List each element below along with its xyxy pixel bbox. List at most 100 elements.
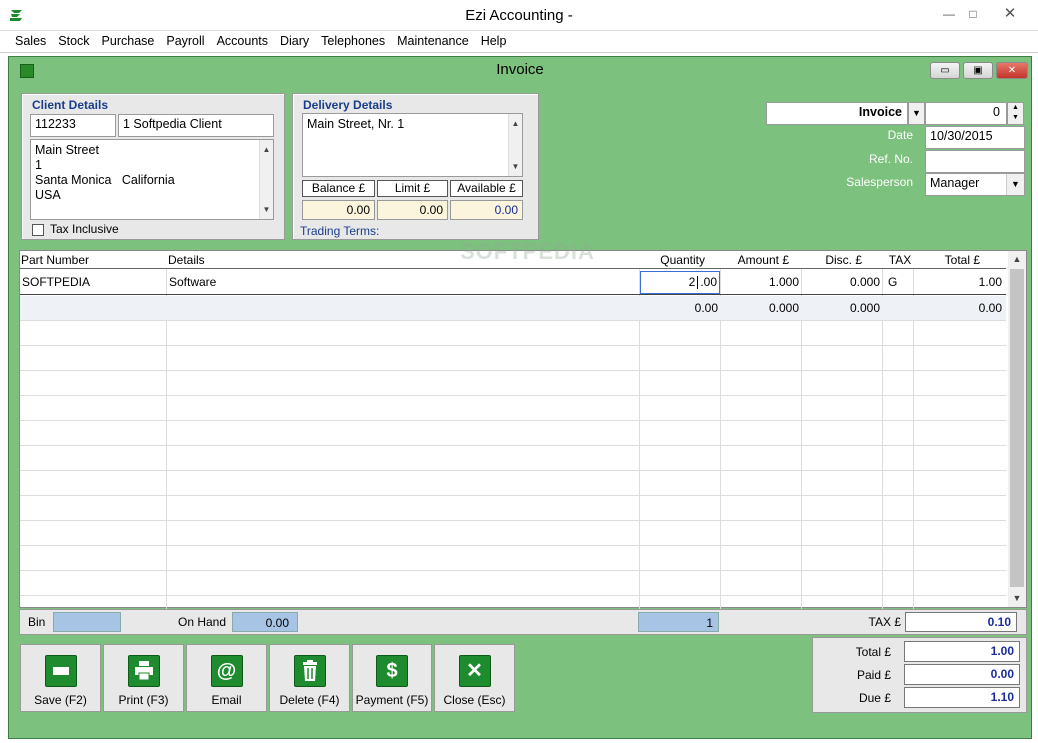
date-label: Date: [887, 128, 913, 142]
menu-maintenance[interactable]: Maintenance: [391, 31, 475, 52]
cell-amount[interactable]: 0.000: [723, 296, 799, 320]
header-total[interactable]: Total £: [914, 251, 980, 269]
available-header: Available £: [450, 180, 523, 197]
child-restore-button[interactable]: ▣: [963, 62, 993, 79]
on-hand-label: On Hand: [178, 615, 227, 629]
quantity-edit-input[interactable]: 2.00: [640, 271, 720, 294]
ref-no-field[interactable]: [925, 150, 1025, 173]
print-button[interactable]: Print (F3): [103, 644, 184, 712]
limit-value: 0.00: [377, 200, 448, 220]
menu-diary[interactable]: Diary: [274, 31, 315, 52]
cell-discount[interactable]: 0.000: [804, 270, 880, 294]
cell-quantity[interactable]: 0.00: [640, 296, 718, 320]
invoice-number-spinner[interactable]: ▲ ▼: [1007, 102, 1024, 125]
grid-row-line: [20, 495, 1006, 496]
close-esc-button[interactable]: ✕ Close (Esc): [434, 644, 515, 712]
grid-row-line: [20, 520, 1006, 521]
delete-button[interactable]: Delete (F4): [269, 644, 350, 712]
child-minimize-button[interactable]: ▭: [930, 62, 960, 79]
client-name-field[interactable]: 1 Softpedia Client: [118, 114, 274, 137]
save-button-label: Save (F2): [34, 693, 87, 707]
tax-inclusive-checkbox[interactable]: [32, 224, 44, 236]
grid-row-line: [20, 595, 1006, 596]
scroll-up-icon[interactable]: ▲: [260, 142, 273, 157]
salesperson-dropdown-icon[interactable]: ▼: [1006, 174, 1024, 195]
printer-icon: [127, 655, 160, 687]
invoice-type-field[interactable]: Invoice: [766, 102, 908, 125]
scroll-up-icon[interactable]: ▲: [509, 116, 522, 131]
invoice-type-dropdown-icon[interactable]: ▼: [908, 102, 925, 125]
menu-accounts[interactable]: Accounts: [211, 31, 274, 52]
dollar-icon: $: [376, 655, 408, 687]
delivery-address-field[interactable]: Main Street, Nr. 1 ▲ ▼: [302, 113, 523, 177]
close-button[interactable]: ✕: [990, 4, 1030, 24]
spin-down-icon[interactable]: ▼: [1008, 113, 1023, 123]
due-value: 1.10: [904, 687, 1020, 708]
cell-details[interactable]: Software: [169, 270, 369, 294]
cell-part-number[interactable]: SOFTPEDIA: [22, 270, 162, 294]
item-count: 1: [638, 612, 719, 632]
close-x-icon: ✕: [458, 655, 491, 687]
scroll-down-icon[interactable]: ▼: [1008, 590, 1026, 607]
delivery-details-panel: Delivery Details Main Street, Nr. 1 ▲ ▼ …: [292, 93, 539, 240]
header-amount[interactable]: Amount £: [721, 251, 789, 269]
due-label: Due £: [858, 691, 891, 705]
cell-amount[interactable]: 1.000: [723, 270, 799, 294]
spin-up-icon[interactable]: ▲: [1008, 103, 1023, 113]
invoice-number-field[interactable]: 0: [925, 102, 1007, 125]
bin-field[interactable]: [53, 612, 121, 632]
delivery-scrollbar[interactable]: ▲ ▼: [508, 114, 522, 176]
address-line-2: 1: [35, 158, 42, 172]
table-row[interactable]: SOFTPEDIA Software 2.00 1.000 0.000 G 1.…: [20, 270, 1006, 295]
menu-sales[interactable]: Sales: [9, 31, 52, 52]
maximize-button[interactable]: □: [962, 4, 984, 24]
grid-scrollbar[interactable]: ▲ ▼: [1008, 251, 1026, 607]
quantity-integer: 2: [688, 275, 696, 289]
text-cursor: [697, 276, 699, 290]
menu-payroll[interactable]: Payroll: [160, 31, 210, 52]
payment-button-label: Payment (F5): [355, 693, 429, 707]
email-button[interactable]: @ Email: [186, 644, 267, 712]
scrollbar-thumb[interactable]: [1010, 269, 1024, 587]
cell-tax[interactable]: G: [888, 270, 908, 294]
title-bar: Ezi Accounting - — □ ✕: [0, 0, 1038, 31]
grid-row-line: [20, 320, 1006, 321]
limit-header: Limit £: [377, 180, 448, 197]
delete-button-label: Delete (F4): [279, 693, 340, 707]
minimize-button[interactable]: —: [938, 4, 960, 24]
child-close-button[interactable]: ✕: [996, 62, 1028, 79]
address-scrollbar[interactable]: ▲ ▼: [259, 140, 273, 219]
grid-row-line: [20, 570, 1006, 571]
bin-label: Bin: [28, 615, 46, 629]
scroll-down-icon[interactable]: ▼: [260, 202, 273, 217]
grid-row-line: [20, 345, 1006, 346]
header-quantity[interactable]: Quantity: [640, 251, 705, 269]
header-tax[interactable]: TAX: [888, 251, 912, 269]
table-row[interactable]: 0.00 0.000 0.000 0.00: [20, 296, 1006, 320]
cell-total[interactable]: 0.00: [916, 296, 1002, 320]
menu-stock[interactable]: Stock: [52, 31, 95, 52]
menu-telephones[interactable]: Telephones: [315, 31, 391, 52]
menu-help[interactable]: Help: [475, 31, 513, 52]
cell-total[interactable]: 1.00: [916, 270, 1002, 294]
grid-row-line: [20, 395, 1006, 396]
cell-discount[interactable]: 0.000: [804, 296, 880, 320]
balance-value: 0.00: [302, 200, 375, 220]
address-line-3: Santa Monica California: [35, 173, 175, 187]
header-part-number[interactable]: Part Number: [21, 251, 161, 269]
payment-button[interactable]: $ Payment (F5): [352, 644, 432, 712]
menu-purchase[interactable]: Purchase: [96, 31, 161, 52]
trading-terms-label: Trading Terms:: [300, 224, 380, 238]
app-title: Ezi Accounting -: [465, 7, 573, 24]
scroll-down-icon[interactable]: ▼: [509, 159, 522, 174]
header-details[interactable]: Details: [168, 251, 368, 269]
client-address-field[interactable]: Main Street 1 Santa Monica California US…: [30, 139, 274, 220]
save-button[interactable]: Save (F2): [20, 644, 101, 712]
header-discount[interactable]: Disc. £: [802, 251, 862, 269]
date-field[interactable]: 10/30/2015: [925, 126, 1025, 149]
on-hand-value: 0.00: [232, 612, 298, 632]
grid-row-line: [20, 420, 1006, 421]
scroll-up-icon[interactable]: ▲: [1008, 251, 1026, 268]
client-code-field[interactable]: 112233: [30, 114, 116, 137]
paid-label: Paid £: [856, 668, 891, 682]
